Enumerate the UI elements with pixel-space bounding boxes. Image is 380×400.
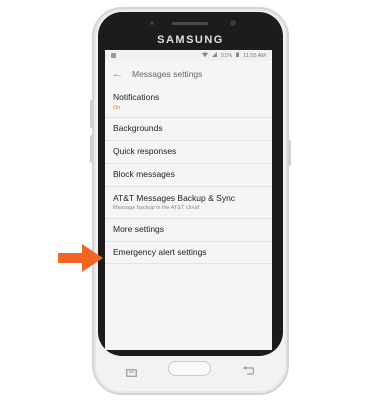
brand-logo: SAMSUNG — [157, 34, 224, 46]
volume-button — [90, 100, 93, 128]
proximity-sensor — [150, 21, 154, 25]
settings-item-label: AT&T Messages Backup & Sync — [113, 192, 236, 203]
settings-item-label: Backgrounds — [113, 123, 163, 134]
settings-item-backup-sync[interactable]: AT&T Messages Backup & Sync Message back… — [105, 186, 272, 218]
app-bar: ← Messages settings — [105, 61, 272, 87]
settings-item-notifications[interactable]: Notifications On — [105, 87, 272, 117]
nav-back-icon[interactable] — [242, 363, 255, 375]
power-button — [288, 140, 291, 166]
earpiece-speaker — [172, 22, 208, 25]
settings-item-emergency-alerts[interactable]: Emergency alert settings — [105, 241, 272, 264]
settings-item-label: Emergency alert settings — [113, 246, 207, 257]
screen: 51% 11:55 AM ← Messages settings Notific… — [105, 50, 272, 350]
settings-item-status: On — [113, 104, 121, 111]
status-bar: 51% 11:55 AM — [105, 50, 272, 61]
notification-icon — [111, 53, 116, 58]
wifi-icon — [202, 52, 209, 59]
volume-button-lower — [90, 135, 93, 163]
settings-item-backgrounds[interactable]: Backgrounds — [105, 117, 272, 140]
page-title: Messages settings — [132, 69, 203, 79]
settings-item-quick-responses[interactable]: Quick responses — [105, 140, 272, 163]
back-arrow-icon[interactable]: ← — [112, 68, 123, 80]
settings-item-more-settings[interactable]: More settings — [105, 218, 272, 241]
signal-icon — [212, 52, 218, 59]
settings-item-label: More settings — [113, 224, 165, 235]
battery-icon — [236, 52, 240, 59]
front-camera — [230, 20, 236, 26]
settings-item-block-messages[interactable]: Block messages — [105, 163, 272, 186]
settings-item-label: Quick responses — [113, 146, 177, 157]
settings-item-label: Notifications — [113, 92, 160, 103]
arrow-right-icon — [58, 243, 104, 273]
home-button[interactable] — [168, 361, 211, 376]
settings-item-label: Block messages — [113, 169, 175, 180]
battery-level: 51% — [221, 52, 233, 59]
clock: 11:55 AM — [243, 52, 266, 59]
settings-item-description: Message backup in the AT&T cloud — [113, 205, 200, 212]
recent-apps-icon[interactable] — [126, 364, 137, 377]
